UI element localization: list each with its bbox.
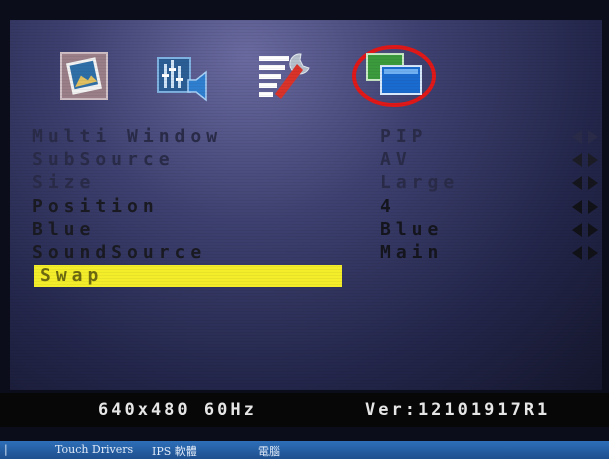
menu-row-position[interactable]: Position 4 — [32, 196, 598, 218]
left-right-arrows-icon[interactable] — [572, 245, 598, 261]
wrench-settings-icon — [259, 53, 310, 99]
taskbar-item[interactable]: Touch Drivers — [55, 443, 133, 456]
left-right-arrows-icon[interactable] — [572, 199, 598, 215]
left-right-arrows-icon[interactable] — [572, 175, 598, 191]
picture-tab[interactable] — [52, 46, 116, 106]
taskbar-item[interactable]: 電腦 — [258, 443, 280, 459]
menu-row-subsource[interactable]: SubSource AV — [32, 149, 598, 171]
menu-label: SubSource — [32, 149, 175, 170]
menu-value: Large — [380, 172, 460, 193]
menu-row-size[interactable]: Size Large — [32, 172, 598, 194]
menu-row-swap-selected[interactable]: Swap — [34, 265, 342, 287]
menu-label: Swap — [40, 265, 104, 286]
monitor-bezel: Multi Window PIP SubSource AV Size Large… — [0, 0, 609, 441]
multi-window-tab[interactable] — [350, 45, 438, 107]
menu-label: Blue — [32, 219, 96, 240]
menu-value: Main — [380, 242, 444, 263]
resolution-readout: 640x480 60Hz — [98, 400, 257, 420]
desktop-taskbar: | Touch Drivers IPS 軟體 電腦 — [0, 441, 609, 459]
menu-label: Multi Window — [32, 126, 223, 147]
menu-value: PIP — [380, 126, 428, 147]
menu-value: 4 — [380, 196, 396, 217]
left-right-arrows-icon[interactable] — [572, 222, 598, 238]
multi-window-icon — [352, 45, 436, 107]
firmware-version: Ver:12101917R1 — [365, 400, 551, 420]
left-right-arrows-icon[interactable] — [572, 152, 598, 168]
menu-value: AV — [380, 149, 412, 170]
left-right-arrows-icon[interactable] — [572, 129, 598, 145]
taskbar-edge-glyph: | — [4, 443, 8, 456]
status-bar: 640x480 60Hz Ver:12101917R1 — [0, 393, 609, 427]
audio-tab[interactable] — [150, 46, 214, 106]
speaker-equalizer-icon — [157, 57, 207, 102]
menu-row-blue[interactable]: Blue Blue — [32, 219, 598, 241]
menu-label: Size — [32, 172, 96, 193]
picture-icon — [60, 52, 108, 100]
osd-screen: Multi Window PIP SubSource AV Size Large… — [10, 20, 602, 390]
menu-label: Position — [32, 196, 159, 217]
menu-label: SoundSource — [32, 242, 207, 263]
menu-row-soundsource[interactable]: SoundSource Main — [32, 242, 598, 264]
taskbar-item[interactable]: IPS 軟體 — [152, 443, 197, 459]
menu-row-multi-window[interactable]: Multi Window PIP — [32, 126, 598, 148]
setup-tab[interactable] — [252, 46, 316, 106]
menu-value: Blue — [380, 219, 444, 240]
